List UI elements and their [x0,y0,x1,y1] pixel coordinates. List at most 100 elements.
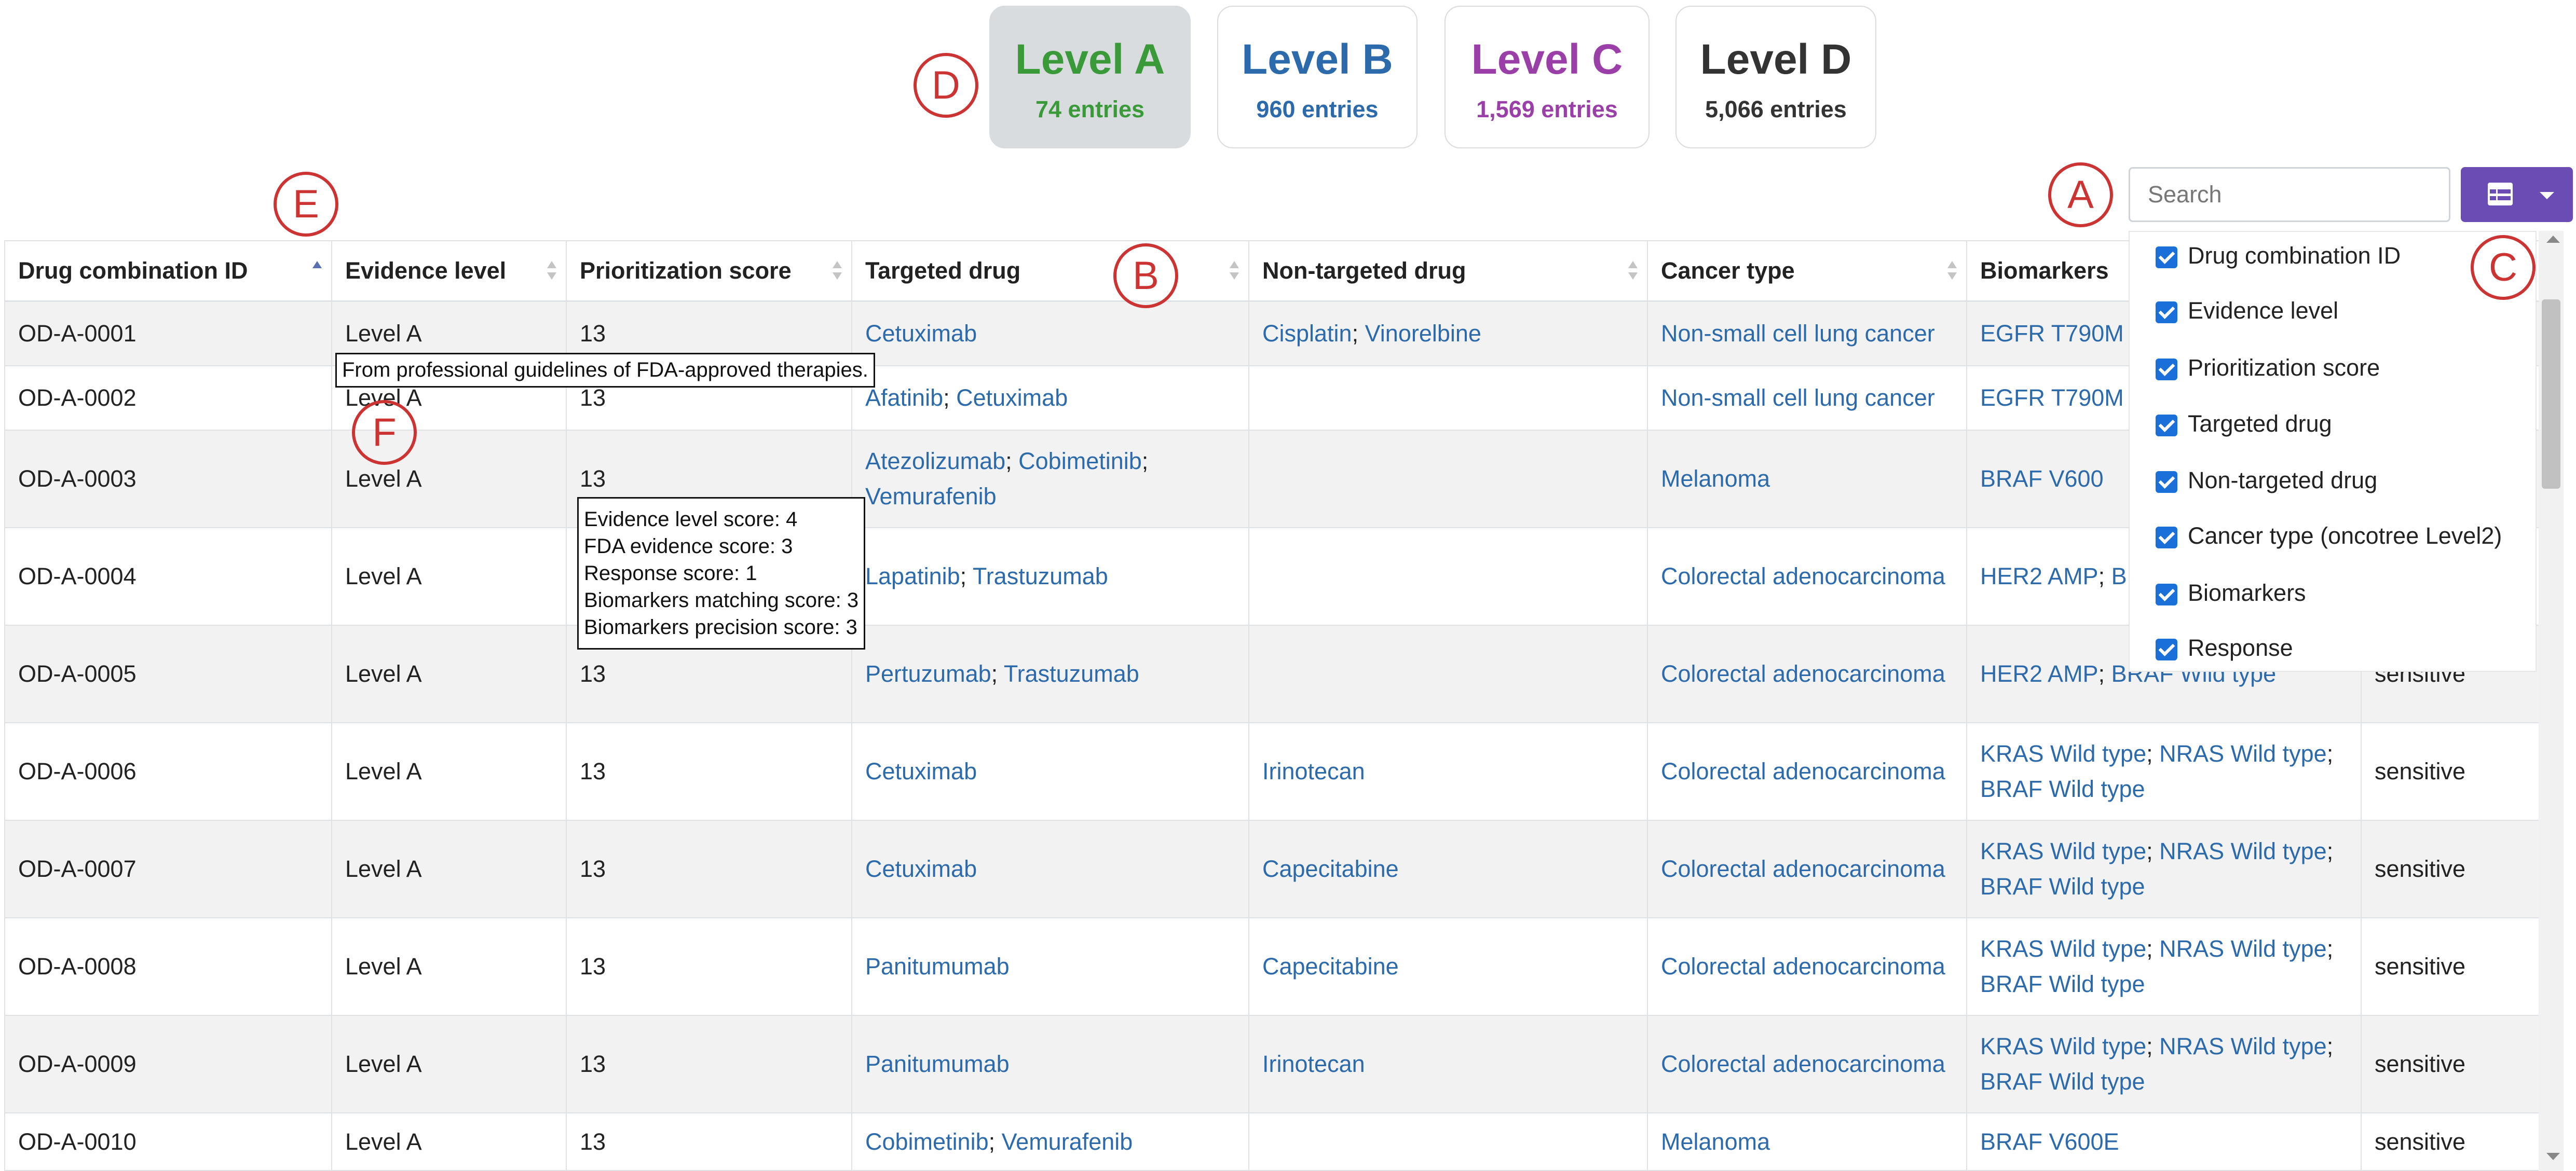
biomarker-link[interactable]: HER2 AMP [1980,660,2098,687]
checkbox-checked-icon[interactable] [2156,301,2177,324]
targeted-drug-link[interactable]: Cetuximab [865,758,977,784]
biomarker-link[interactable]: BRAF V600E [1980,1128,2119,1155]
biomarker-link[interactable]: NRAS Wild type [2159,1033,2327,1059]
biomarker-link[interactable]: BRAF Wild type [1980,776,2145,802]
non-targeted-drug-link[interactable]: Vinorelbine [1365,320,1481,347]
col-header-non-targeted-drug[interactable]: Non-targeted drug [1248,240,1648,302]
scroll-up-arrow-icon[interactable] [2546,236,2560,243]
cancer-type-link[interactable]: Non-small cell lung cancer [1661,384,1935,411]
cancer-type: Colorectal adenocarcinoma [1647,820,1967,918]
targeted-drug-link[interactable]: Cobimetinib [1018,448,1142,474]
biomarker: KRAS Wild type; NRAS Wild type; BRAF Wil… [1966,820,2362,918]
biomarker-link[interactable]: BRAF Wild type [1980,873,2145,900]
cancer-type-link[interactable]: Colorectal adenocarcinoma [1661,758,1945,784]
table-row[interactable]: OD-A-0009 Level A 13 Panitumumab Irinotecan C… [4,1015,2551,1113]
biomarker-link[interactable]: KRAS Wild type [1980,935,2146,962]
biomarker-link[interactable]: KRAS Wild type [1980,740,2146,767]
cancer-type-link[interactable]: Colorectal adenocarcinoma [1661,660,1945,687]
scrollbar-thumb[interactable] [2542,299,2560,489]
scroll-down-arrow-icon[interactable] [2546,1153,2560,1160]
col-header-cancer-type[interactable]: Cancer type [1647,240,1967,302]
targeted-drug-link[interactable]: Panitumumab [865,1051,1010,1077]
checkbox-checked-icon[interactable] [2156,415,2177,437]
biomarker-link[interactable]: EGFR T790M [1980,384,2124,411]
targeted-drug-link[interactable]: Lapatinib [865,563,960,589]
tooltip-line: FDA evidence score: 3 [584,535,793,558]
targeted-drug: Cobimetinib; Vemurafenib [851,1112,1249,1171]
checkbox-checked-icon[interactable] [2156,471,2177,493]
biomarker-link[interactable]: NRAS Wild type [2159,838,2327,864]
non-targeted-drug-link[interactable]: Capecitabine [1262,953,1399,980]
cancer-type-link[interactable]: Colorectal adenocarcinoma [1661,563,1945,589]
targeted-drug: Panitumumab [851,917,1249,1016]
targeted-drug-link[interactable]: Pertuzumab [865,660,991,687]
column-toggle-item[interactable]: Targeted drug [2156,410,2332,442]
targeted-drug-link[interactable]: Vemurafenib [1002,1128,1133,1155]
targeted-drug-link[interactable]: Cetuximab [865,856,977,882]
non-targeted-drug-link[interactable]: Irinotecan [1262,758,1365,784]
biomarker-link[interactable]: BRAF Wild type [1980,1068,2145,1095]
targeted-drug-link[interactable]: Cetuximab [865,320,977,347]
column-toggle-item[interactable]: Non-targeted drug [2156,467,2377,498]
response-cell: sensitive [2361,1015,2551,1113]
annotation-marker-c: C [2471,235,2536,300]
targeted-drug-link[interactable]: Trastuzumab [973,563,1108,589]
targeted-drug-link[interactable]: Trastuzumab [1004,660,1139,687]
biomarker-link[interactable]: HER2 AMP [1980,563,2098,589]
biomarker-link[interactable]: NRAS Wild type [2159,740,2327,767]
biomarker-link[interactable]: KRAS Wild type [1980,838,2146,864]
search-input[interactable] [2129,167,2450,222]
targeted-drug-link[interactable]: Panitumumab [865,953,1010,980]
biomarker-link[interactable]: NRAS Wild type [2159,935,2327,962]
table-row[interactable]: OD-A-0007 Level A 13 Cetuximab Capecitabine C… [4,820,2551,918]
table-row[interactable]: OD-A-0010 Level A 13 Cobimetinib; Vemurafen… [4,1112,2551,1171]
cancer-type-link[interactable]: Colorectal adenocarcinoma [1661,856,1945,882]
table-row[interactable]: OD-A-0008 Level A 13 Panitumumab Capecitabin… [4,917,2551,1016]
level-card-d[interactable]: Level D 5,066 entries [1675,6,1876,148]
cancer-type-link[interactable]: Colorectal adenocarcinoma [1661,953,1945,980]
cancer-type-link[interactable]: Melanoma [1661,1128,1770,1155]
table-row[interactable]: OD-A-0006 Level A 13 Cetuximab Irinotecan Col… [4,722,2551,821]
checkbox-checked-icon[interactable] [2156,639,2177,661]
column-toggle-item[interactable]: Drug combination ID [2156,242,2401,273]
biomarker-link[interactable]: KRAS Wild type [1980,1033,2146,1059]
cancer-type-link[interactable]: Colorectal adenocarcinoma [1661,1051,1945,1077]
checkbox-checked-icon[interactable] [2156,246,2177,269]
targeted-drug: Panitumumab [851,1015,1249,1113]
level-card-a[interactable]: Level A 74 entries [989,6,1191,148]
biomarker-link[interactable]: EGFR T790M [1980,320,2124,347]
column-toggle-item[interactable]: Cancer type (oncotree Level2) [2156,522,2502,554]
level-card-b[interactable]: Level B 960 entries [1217,6,1418,148]
column-toggle-label: Targeted drug [2188,410,2332,437]
column-toggle-item[interactable]: Prioritization score [2156,354,2380,385]
checkbox-checked-icon[interactable] [2156,359,2177,381]
column-toggle-item[interactable]: Evidence level [2156,297,2338,328]
non-targeted-drug-link[interactable]: Irinotecan [1262,1051,1365,1077]
checkbox-checked-icon[interactable] [2156,584,2177,606]
col-header-targeted-drug[interactable]: Targeted drug [851,240,1249,302]
column-toggle-item[interactable]: Response [2156,635,2293,666]
level-card-c[interactable]: Level C 1,569 entries [1444,6,1650,148]
targeted-drug-link[interactable]: Vemurafenib [865,483,997,509]
targeted-drug-link[interactable]: Cobimetinib [865,1128,989,1155]
cancer-type-link[interactable]: Melanoma [1661,465,1770,492]
targeted-drug-link[interactable]: Cetuximab [956,384,1068,411]
biomarker-link[interactable]: BRAF V600 [1980,465,2104,492]
biomarker-link[interactable]: BRAF Wild type [1980,971,2145,997]
evidence-level-cell: Level A [331,1015,567,1113]
col-header-prioritization-score[interactable]: Prioritization score [566,240,852,302]
biomarker: KRAS Wild type; NRAS Wild type; BRAF Wil… [1966,917,2362,1016]
cancer-type: Non-small cell lung cancer [1647,300,1967,366]
sort-icon [832,261,842,282]
targeted-drug-link[interactable]: Atezolizumab [865,448,1005,474]
prioritization-score-tooltip: Evidence level score: 4 FDA evidence sco… [577,497,866,650]
col-header-drug-combination-id[interactable]: Drug combination ID [4,240,332,302]
checkbox-checked-icon[interactable] [2156,527,2177,549]
non-targeted-drug-link[interactable]: Capecitabine [1262,856,1399,882]
cancer-type-link[interactable]: Non-small cell lung cancer [1661,320,1935,347]
non-targeted-drug-link[interactable]: Cisplatin [1262,320,1352,347]
targeted-drug-link[interactable]: Afatinib [865,384,943,411]
column-toggle-item[interactable]: Biomarkers [2156,580,2306,611]
columns-toggle-button[interactable] [2461,167,2573,222]
col-header-evidence-level[interactable]: Evidence level [331,240,567,302]
